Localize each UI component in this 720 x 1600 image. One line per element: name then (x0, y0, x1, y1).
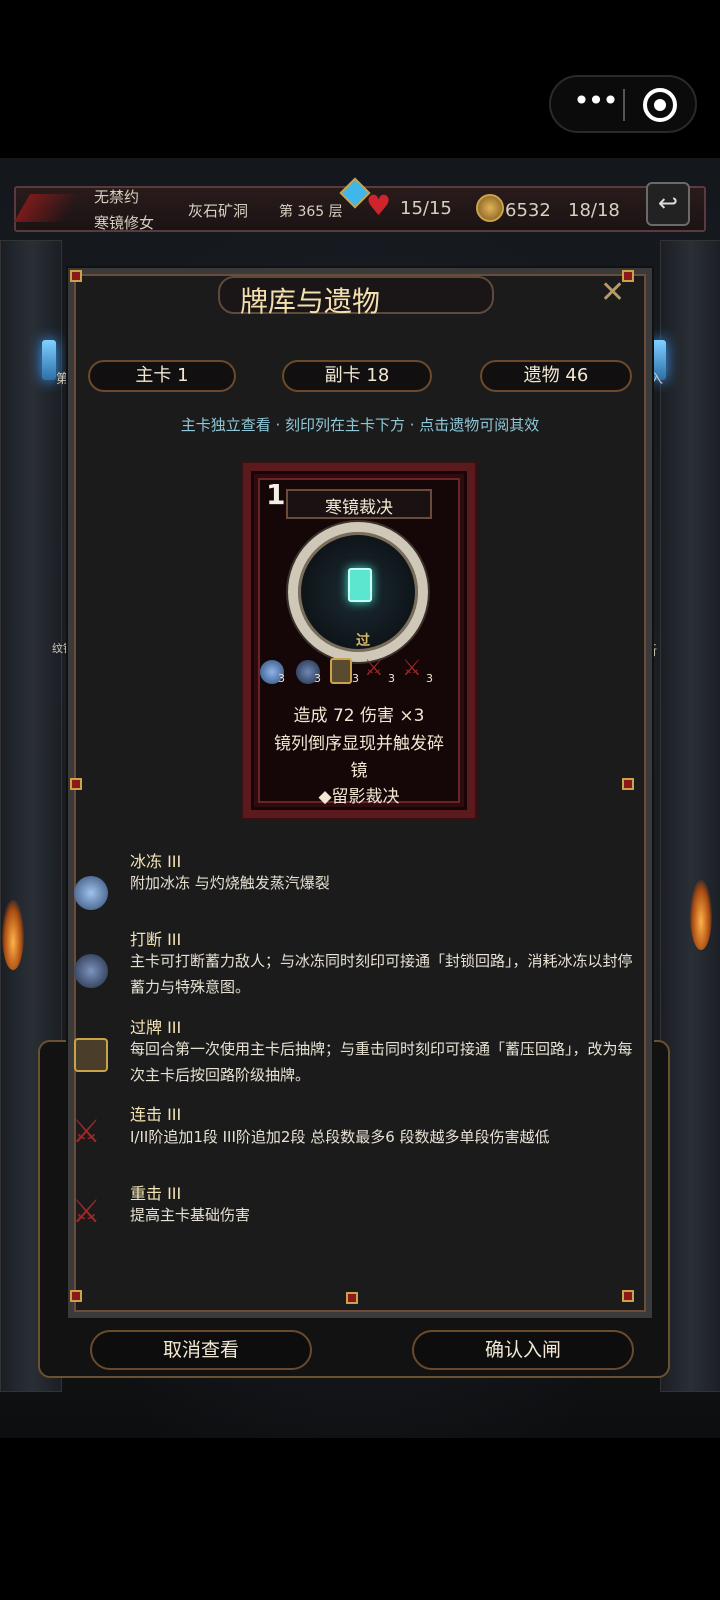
back-button[interactable]: ↩ (646, 182, 690, 226)
ice-count: 3 (278, 672, 285, 685)
combo-effect-icon: ⚔ (72, 1112, 101, 1150)
effect-desc: 主卡可打断蓄力敌人；与冰冻同时刻印可接通「封锁回路」，消耗冰冻以封停蓄力与特殊意… (130, 952, 633, 996)
card-effect-line-cont: 镜 (350, 761, 368, 781)
draw-count: 3 (352, 672, 359, 685)
rivet-decoration (622, 1290, 634, 1302)
heavy-count: 3 (426, 672, 433, 685)
rivet-decoration (70, 778, 82, 790)
torch-right (690, 880, 712, 950)
gold-value: 6532 (505, 200, 551, 221)
draw-effect-icon (74, 1038, 108, 1072)
blue-lamp-left (42, 340, 56, 380)
tab-sub-card[interactable]: 副卡 18 (282, 360, 432, 392)
hp-value: 15/15 (400, 198, 452, 219)
card-name: 寒镜裁决 (325, 498, 393, 518)
tab-relics[interactable]: 遗物 46 (480, 360, 632, 392)
effect-desc: I/II阶追加1段 III阶追加2段 总段数最多6 段数越多单段伤害越低 (130, 1128, 550, 1146)
torch-left (2, 900, 24, 970)
heavy-effect-icon: ⚔ (72, 1192, 101, 1230)
close-cross-icon[interactable]: ✕ (600, 278, 634, 312)
effect-desc: 每回合第一次使用主卡后抽牌；与重击同时刻印可接通「蓄压回路」，改为每次主卡后按回… (130, 1040, 633, 1084)
card-cost: 1 (266, 478, 286, 511)
interrupt-effect-icon (74, 954, 108, 988)
effect-desc: 提高主卡基础伤害 (130, 1206, 251, 1224)
tab-main-card[interactable]: 主卡 1 (88, 360, 236, 392)
character-name: 寒镜修女 (94, 214, 155, 232)
confirm-button[interactable]: 确认入闸 (412, 1330, 634, 1370)
dialog-title: 牌库与遗物 (240, 285, 381, 318)
effect-desc: 附加冰冻 与灼烧触发蒸汽爆裂 (130, 874, 330, 892)
rivet-decoration (622, 778, 634, 790)
mini-program-capsule: ••• (549, 75, 697, 133)
heart-icon: ♥ (366, 189, 392, 222)
hint-text: 主卡独立查看 · 刻印列在主卡下方 · 点击遗物可阅其效 (180, 416, 540, 434)
coin-icon (476, 194, 504, 222)
effect-title: 连击 III (130, 1105, 182, 1124)
combo-count: 3 (388, 672, 395, 685)
cancel-button[interactable]: 取消查看 (90, 1330, 312, 1370)
rivet-decoration (70, 1290, 82, 1302)
effect-title: 冰冻 III (130, 852, 182, 871)
effect-title: 过牌 III (130, 1018, 182, 1037)
card-effect-line: 镜列倒序显现并触发碎 (274, 734, 444, 754)
ice-effect-icon (74, 876, 108, 910)
effect-title: 重击 III (130, 1184, 182, 1203)
draw-icon (330, 658, 352, 684)
interrupt-count: 3 (314, 672, 321, 685)
card-damage-line: 造成 72 伤害 ×3 (293, 706, 425, 726)
card-stamp: 过 (356, 633, 370, 649)
floor-label: 第 365 层 (279, 204, 343, 220)
close-target-icon[interactable] (643, 88, 677, 122)
location-label: 灰石矿洞 (188, 202, 249, 220)
crystal-card-icon (348, 568, 372, 602)
return-arrow-icon: ↩ (657, 189, 679, 217)
card-keyword: ◆留影裁决 (318, 787, 400, 807)
rivet-decoration (70, 270, 82, 282)
heavy-icon: ⚔ (402, 656, 422, 681)
capsule-divider (623, 89, 625, 121)
rivet-decoration (346, 1292, 358, 1304)
combo-icon: ⚔ (364, 656, 384, 681)
effect-title: 打断 III (130, 930, 182, 949)
contract-label: 无禁约 (94, 188, 140, 206)
energy-value: 18/18 (568, 200, 620, 221)
more-dots-icon[interactable]: ••• (573, 87, 619, 119)
